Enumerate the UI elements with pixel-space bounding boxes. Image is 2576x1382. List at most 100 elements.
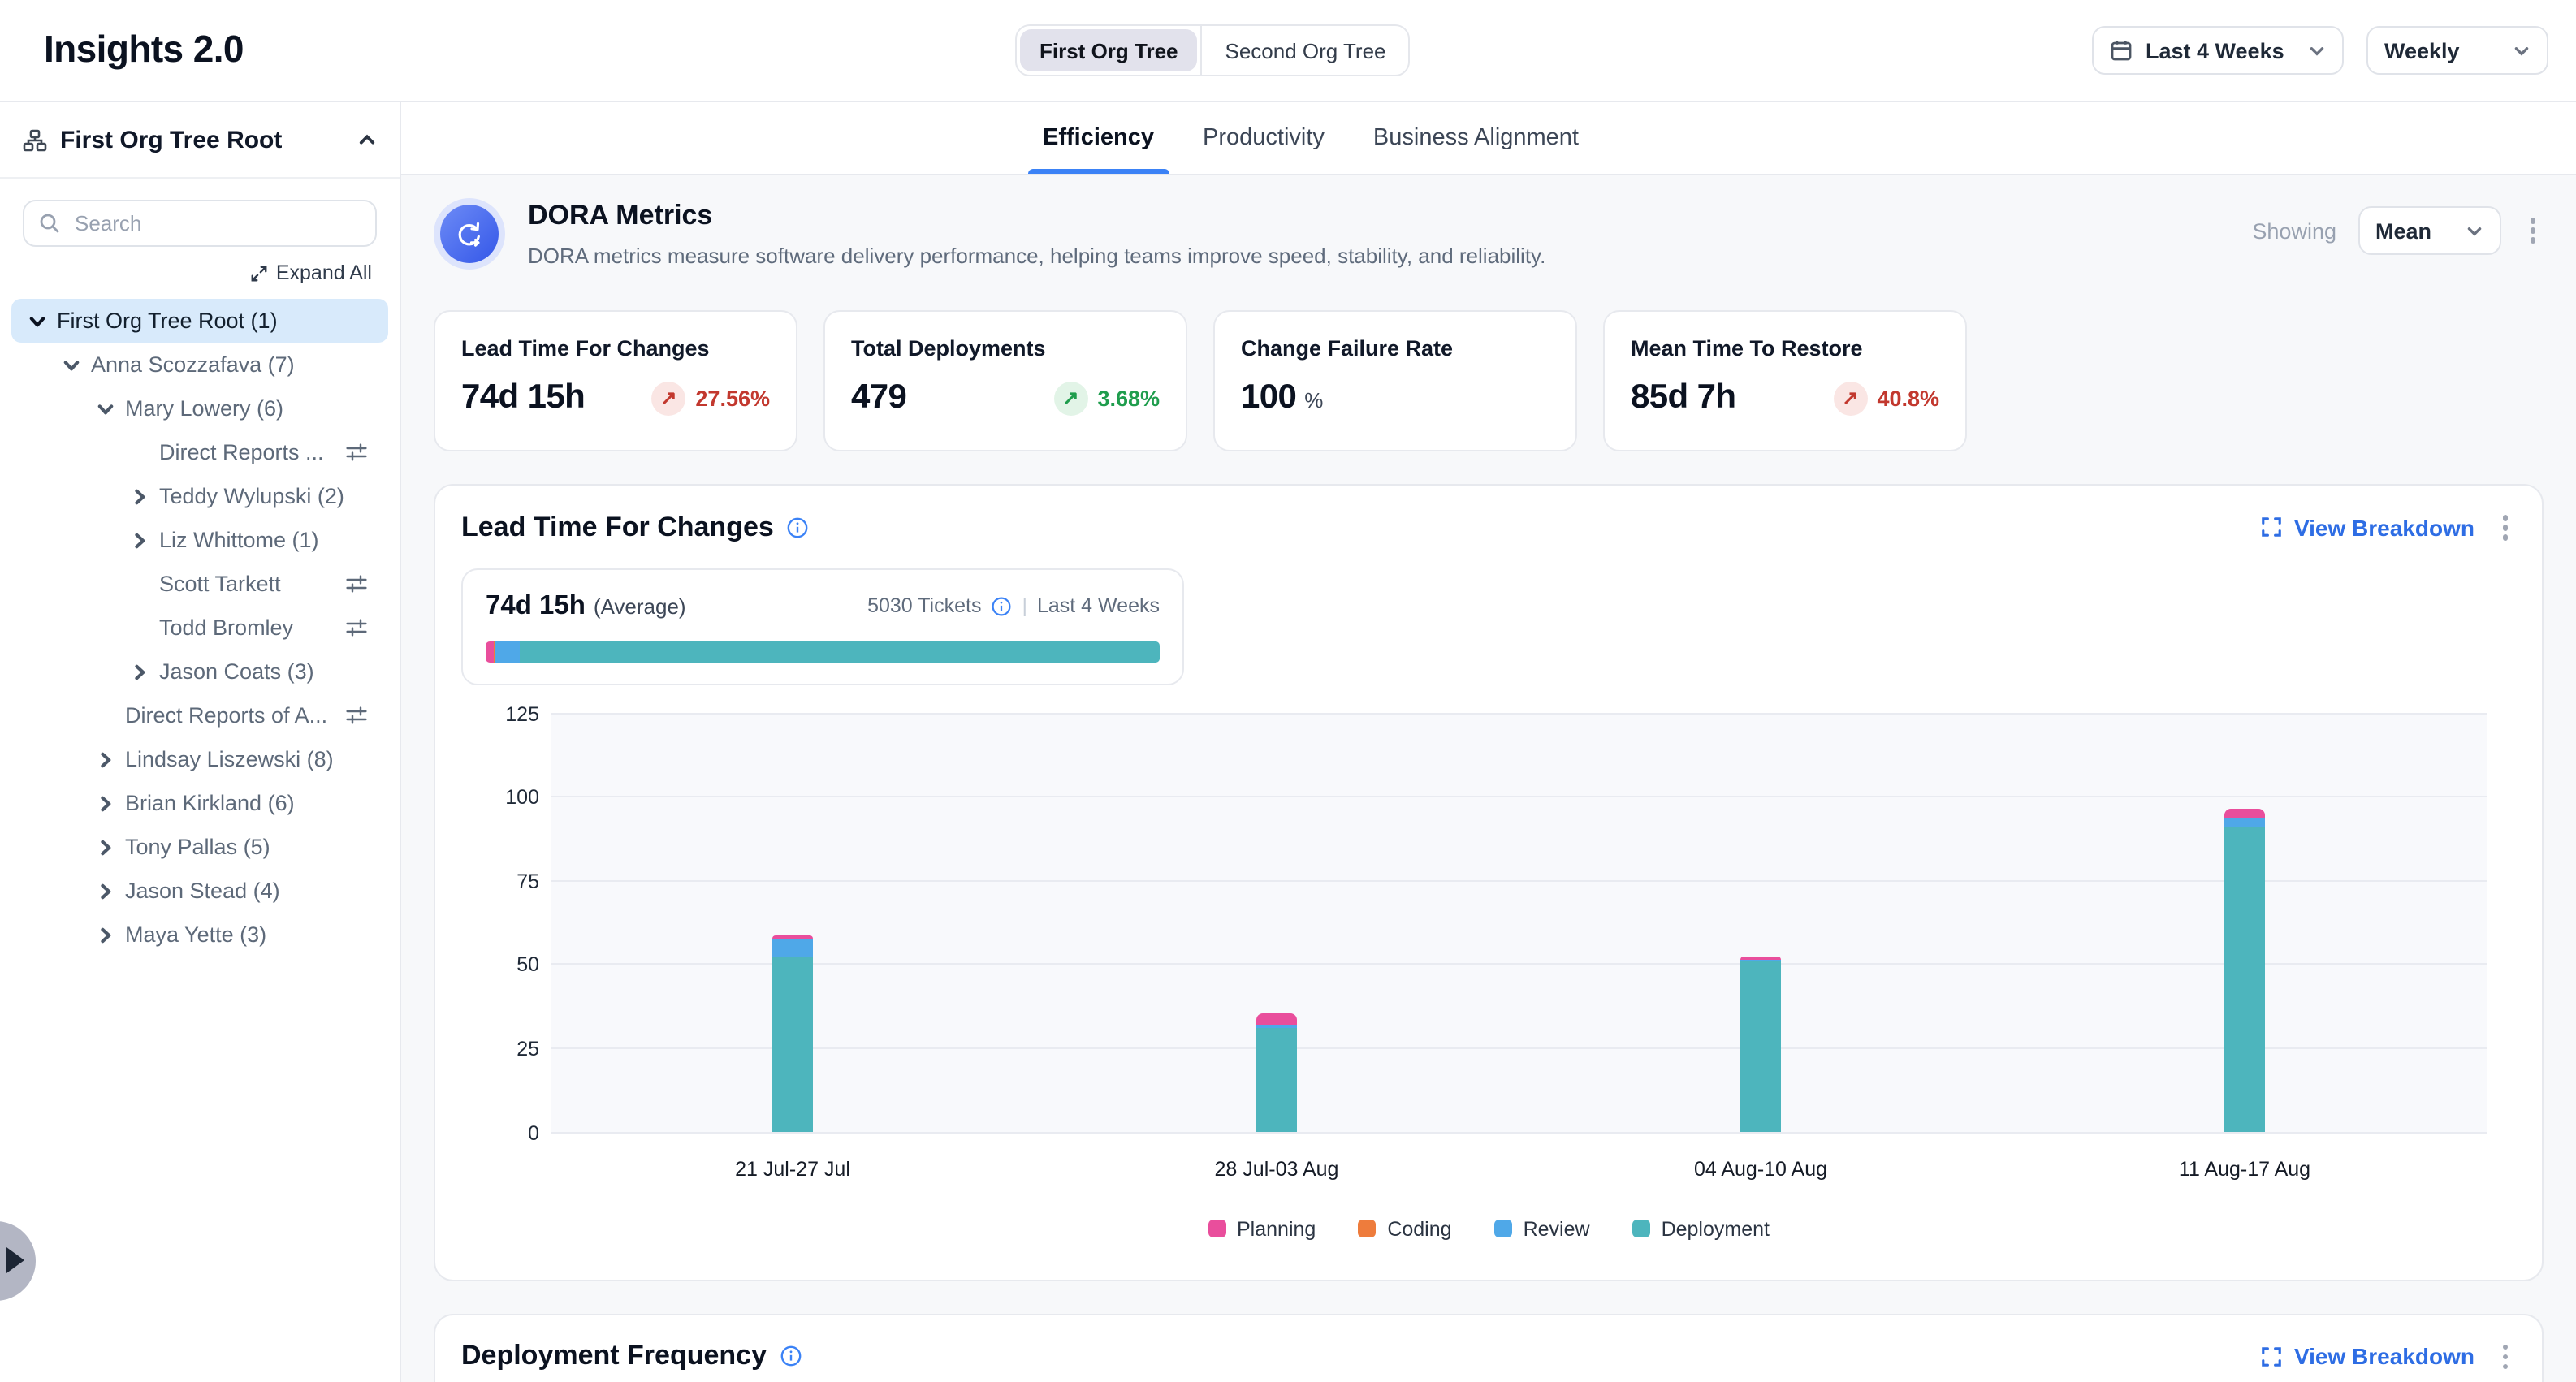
trend-badge: ↗ 27.56%: [651, 381, 770, 415]
expand-all-label: Expand All: [276, 261, 372, 284]
lead-time-title: Lead Time For Changes: [461, 512, 774, 544]
chevron-down-icon: [2465, 222, 2483, 240]
bar-segment-planning: [2224, 810, 2265, 818]
bar-04-aug-10-aug[interactable]: [1740, 957, 1781, 1131]
chevron-right-icon[interactable]: [96, 881, 115, 900]
metric-value: 85d 7h: [1631, 378, 1735, 417]
tree-item-maya-yette-3[interactable]: Maya Yette (3): [11, 913, 388, 957]
y-axis-label: 100: [465, 786, 539, 809]
tree-item-jason-stead-4[interactable]: Jason Stead (4): [11, 869, 388, 913]
phase-segment-planning: [486, 641, 494, 662]
info-icon[interactable]: [787, 516, 810, 539]
sidebar-header[interactable]: First Org Tree Root: [0, 102, 400, 179]
tree-item-direct-reports-of-a[interactable]: Direct Reports of A...: [11, 693, 388, 737]
tree-item-label: Mary Lowery (6): [125, 396, 283, 421]
view-breakdown-link[interactable]: View Breakdown: [2262, 1344, 2474, 1370]
tab-efficiency[interactable]: Efficiency: [1043, 102, 1154, 174]
bar-segment-deployment: [772, 957, 813, 1131]
calendar-icon: [2110, 39, 2133, 62]
tree-item-label: Direct Reports ...: [159, 440, 324, 464]
y-axis-label: 125: [465, 702, 539, 725]
tree-item-jason-coats-3[interactable]: Jason Coats (3): [11, 650, 388, 693]
info-icon[interactable]: [780, 1345, 802, 1368]
legend-item-deployment[interactable]: Deployment: [1632, 1217, 1770, 1240]
filter-icon[interactable]: [346, 573, 367, 594]
chevron-right-icon[interactable]: [96, 793, 115, 813]
legend-item-review[interactable]: Review: [1494, 1217, 1590, 1240]
summary-range: Last 4 Weeks: [1037, 594, 1160, 617]
y-axis-label: 75: [465, 870, 539, 892]
org-tree-icon: [23, 127, 47, 152]
showing-select[interactable]: Mean: [2358, 206, 2500, 255]
chevron-down-icon[interactable]: [62, 355, 81, 374]
tab-productivity[interactable]: Productivity: [1203, 102, 1325, 174]
chevron-right-icon[interactable]: [130, 530, 149, 550]
view-breakdown-link[interactable]: View Breakdown: [2262, 515, 2474, 541]
trend-badge: ↗ 3.68%: [1053, 381, 1160, 415]
chevron-down-icon[interactable]: [96, 399, 115, 418]
tree-item-label: Scott Tarkett: [159, 572, 281, 596]
bar-28-jul-03-aug[interactable]: [1256, 1013, 1297, 1131]
search-input[interactable]: [23, 200, 377, 247]
tree-item-liz-whittome-1[interactable]: Liz Whittome (1): [11, 518, 388, 562]
metric-value: 74d 15h: [461, 378, 585, 417]
dora-section-header: DORA Metrics DORA metrics measure softwa…: [434, 198, 2544, 270]
deployment-frequency-title: Deployment Frequency: [461, 1341, 767, 1373]
filter-icon[interactable]: [346, 705, 367, 726]
chevron-right-icon[interactable]: [96, 749, 115, 769]
org-tree: First Org Tree Root (1) Anna Scozzafava (…: [0, 291, 400, 965]
chevron-right-icon[interactable]: [130, 486, 149, 506]
granularity-select[interactable]: Weekly: [2366, 26, 2548, 75]
x-axis-label: 11 Aug-17 Aug: [2003, 1157, 2487, 1180]
date-range-select[interactable]: Last 4 Weeks: [2092, 26, 2344, 75]
legend-item-coding[interactable]: Coding: [1358, 1217, 1451, 1240]
metric-card-change-failure-rate: Change Failure Rate 100%: [1213, 310, 1577, 451]
bar-segment-planning: [1256, 1013, 1297, 1025]
top-bar: Insights 2.0 First Org TreeSecond Org Tr…: [0, 0, 2576, 101]
dora-title: DORA Metrics: [528, 200, 1545, 232]
metric-title: Mean Time To Restore: [1631, 336, 1939, 361]
tree-item-lindsay-liszewski-8[interactable]: Lindsay Liszewski (8): [11, 737, 388, 781]
date-range-value: Last 4 Weeks: [2146, 38, 2295, 63]
org-toggle-option-first-org-tree[interactable]: First Org Tree: [1020, 29, 1198, 71]
tree-item-label: First Org Tree Root (1): [57, 309, 278, 333]
legend-swatch: [1358, 1220, 1376, 1237]
expand-all-button[interactable]: Expand All: [28, 261, 372, 284]
metric-title: Total Deployments: [851, 336, 1160, 361]
org-toggle-option-second-org-tree[interactable]: Second Org Tree: [1206, 29, 1406, 71]
bar-21-jul-27-jul[interactable]: [772, 935, 813, 1131]
tree-item-scott-tarkett[interactable]: Scott Tarkett: [11, 562, 388, 606]
tree-item-direct-reports[interactable]: Direct Reports ...: [11, 430, 388, 474]
tree-item-label: Direct Reports of A...: [125, 703, 327, 728]
info-icon[interactable]: [991, 595, 1012, 616]
deployment-frequency-menu-button[interactable]: [2494, 1337, 2516, 1376]
dora-menu-button[interactable]: [2522, 212, 2544, 250]
bar-11-aug-17-aug[interactable]: [2224, 810, 2265, 1131]
tree-item-anna-scozzafava-7[interactable]: Anna Scozzafava (7): [11, 343, 388, 387]
lead-time-menu-button[interactable]: [2494, 508, 2516, 546]
tree-item-teddy-wylupski-2[interactable]: Teddy Wylupski (2): [11, 474, 388, 518]
tree-item-tony-pallas-5[interactable]: Tony Pallas (5): [11, 825, 388, 869]
chevron-right-icon[interactable]: [130, 662, 149, 681]
trend-percent: 27.56%: [695, 386, 770, 410]
sidebar-search: [23, 200, 377, 247]
chevron-right-icon[interactable]: [96, 837, 115, 857]
chevron-right-icon[interactable]: [96, 925, 115, 944]
tree-item-label: Liz Whittome (1): [159, 528, 319, 552]
chevron-down-icon[interactable]: [28, 311, 47, 330]
gridline: [551, 1047, 2487, 1049]
tree-item-brian-kirkland-6[interactable]: Brian Kirkland (6): [11, 781, 388, 825]
scroll-area: DORA Metrics DORA metrics measure softwa…: [401, 175, 2576, 1382]
tree-item-mary-lowery-6[interactable]: Mary Lowery (6): [11, 387, 388, 430]
legend-item-planning[interactable]: Planning: [1208, 1217, 1316, 1240]
chevron-up-icon[interactable]: [357, 130, 377, 149]
filter-icon[interactable]: [346, 442, 367, 463]
legend-swatch: [1494, 1220, 1512, 1237]
filter-icon[interactable]: [346, 617, 367, 638]
tree-item-first-org-tree-root-1[interactable]: First Org Tree Root (1): [11, 299, 388, 343]
trend-up-icon: ↗: [1833, 381, 1867, 415]
tab-business-alignment[interactable]: Business Alignment: [1373, 102, 1579, 174]
tree-item-todd-bromley[interactable]: Todd Bromley: [11, 606, 388, 650]
legend-label: Coding: [1387, 1217, 1451, 1240]
phase-segment-deployment: [520, 641, 1160, 662]
